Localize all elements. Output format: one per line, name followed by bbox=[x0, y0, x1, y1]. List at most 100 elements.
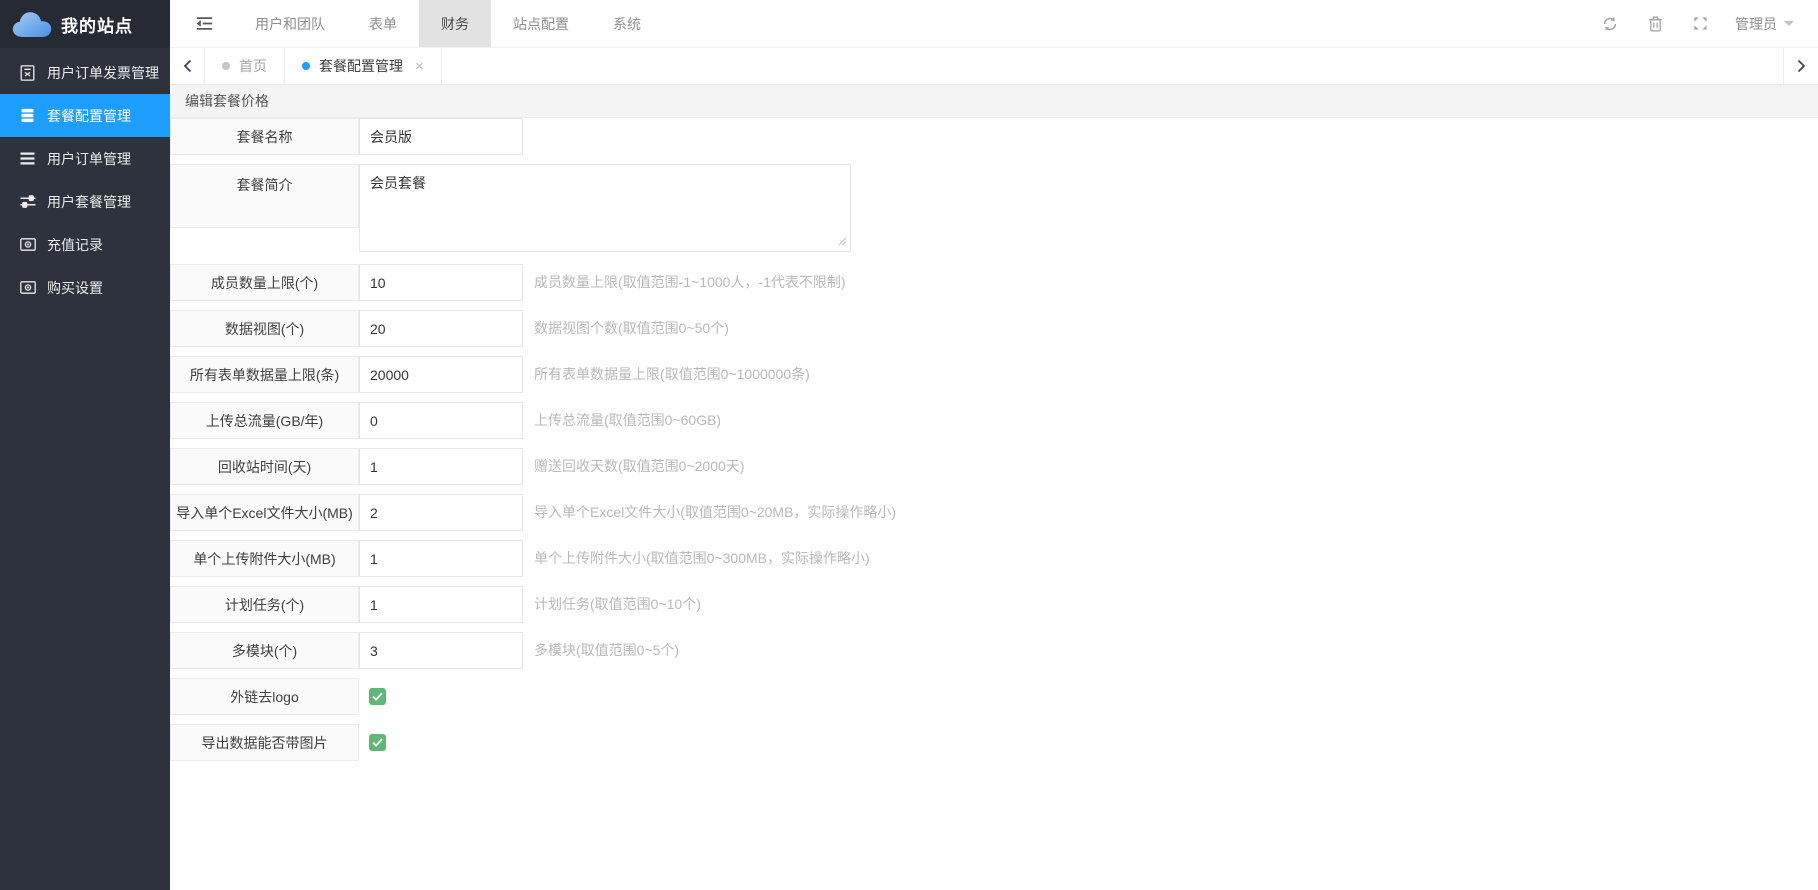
chevron-down-icon bbox=[1784, 21, 1794, 31]
top-nav-item-users-teams[interactable]: 用户和团队 bbox=[233, 0, 347, 47]
sidebar-menu: 用户订单发票管理 套餐配置管理 用户订单管理 用户套餐管理 充值记录 购买设置 bbox=[0, 48, 170, 309]
form-row-package-name: 套餐名称 bbox=[170, 118, 1818, 155]
field-hint: 数据视图个数(取值范围0~50个) bbox=[534, 320, 729, 336]
recycle-days-input[interactable] bbox=[359, 448, 523, 485]
top-nav-item-label: 系统 bbox=[613, 15, 641, 32]
field-hint: 赠送回收天数(取值范围0~2000天) bbox=[534, 458, 745, 474]
form-row-form-data-limit: 所有表单数据量上限(条) 所有表单数据量上限(取值范围0~1000000条) bbox=[170, 356, 1818, 393]
collapse-menu-icon[interactable] bbox=[170, 0, 233, 47]
fullscreen-icon[interactable] bbox=[1678, 16, 1723, 31]
user-menu-label: 管理员 bbox=[1735, 15, 1777, 32]
money-icon bbox=[19, 238, 36, 251]
scheduled-tasks-input[interactable] bbox=[359, 586, 523, 623]
field-label: 上传总流量(GB/年) bbox=[170, 402, 359, 439]
field-label: 所有表单数据量上限(条) bbox=[170, 356, 359, 393]
form-row-scheduled-tasks: 计划任务(个) 计划任务(取值范围0~10个) bbox=[170, 586, 1818, 623]
header-actions: 管理员 bbox=[1587, 0, 1818, 47]
field-hint: 导入单个Excel文件大小(取值范围0~20MB，实际操作略小) bbox=[534, 504, 897, 520]
field-label: 数据视图(个) bbox=[170, 310, 359, 347]
top-nav-item-site-config[interactable]: 站点配置 bbox=[491, 0, 591, 47]
top-nav-item-label: 财务 bbox=[441, 15, 469, 32]
package-intro-textarea[interactable]: 会员套餐 bbox=[359, 164, 851, 252]
refresh-icon[interactable] bbox=[1587, 16, 1633, 32]
tab-status-dot bbox=[302, 62, 310, 70]
field-label: 成员数量上限(个) bbox=[170, 264, 359, 301]
tab-bar: 首页 套餐配置管理 × bbox=[170, 48, 1818, 85]
top-nav-item-finance[interactable]: 财务 bbox=[419, 0, 491, 47]
field-hint: 上传总流量(取值范围0~60GB) bbox=[534, 412, 722, 428]
field-label: 计划任务(个) bbox=[170, 586, 359, 623]
field-label: 回收站时间(天) bbox=[170, 448, 359, 485]
field-label: 外链去logo bbox=[170, 678, 359, 715]
sidebar-item-label: 用户订单发票管理 bbox=[47, 64, 159, 81]
tabs: 首页 套餐配置管理 × bbox=[205, 48, 442, 84]
package-name-input[interactable] bbox=[359, 118, 523, 155]
main-column: 用户和团队 表单 财务 站点配置 系统 管理员 首页 套餐配置管理 × 编辑套餐… bbox=[170, 0, 1818, 890]
field-hint: 计划任务(取值范围0~10个) bbox=[534, 596, 701, 612]
top-nav-item-forms[interactable]: 表单 bbox=[347, 0, 419, 47]
user-menu[interactable]: 管理员 bbox=[1723, 14, 1808, 34]
tabs-scroll-right-icon[interactable] bbox=[1783, 48, 1818, 84]
sidebar-item-user-orders[interactable]: 用户订单管理 bbox=[0, 137, 170, 180]
top-nav-item-system[interactable]: 系统 bbox=[591, 0, 663, 47]
tab-status-dot bbox=[222, 62, 230, 70]
sidebar-item-user-packages[interactable]: 用户套餐管理 bbox=[0, 180, 170, 223]
resize-grip-icon[interactable] bbox=[838, 237, 847, 246]
app-root: 我的站点 用户订单发票管理 套餐配置管理 用户订单管理 用户套餐管理 充值记录 … bbox=[0, 0, 1818, 890]
upload-traffic-input[interactable] bbox=[359, 402, 523, 439]
sidebar-item-package-config[interactable]: 套餐配置管理 bbox=[0, 94, 170, 137]
field-hint: 成员数量上限(取值范围-1~1000人，-1代表不限制) bbox=[534, 274, 846, 290]
sidebar-item-label: 充值记录 bbox=[47, 236, 103, 253]
field-control bbox=[359, 586, 523, 623]
top-nav-item-label: 用户和团队 bbox=[255, 15, 325, 32]
field-control bbox=[359, 724, 386, 751]
form-row-multi-modules: 多模块(个) 多模块(取值范围0~5个) bbox=[170, 632, 1818, 669]
tab-close-icon[interactable]: × bbox=[415, 59, 424, 74]
sidebar-item-purchase-settings[interactable]: 购买设置 bbox=[0, 266, 170, 309]
top-nav-item-label: 表单 bbox=[369, 15, 397, 32]
package-icon bbox=[19, 108, 36, 123]
member-limit-input[interactable] bbox=[359, 264, 523, 301]
field-hint: 单个上传附件大小(取值范围0~300MB，实际操作略小) bbox=[534, 550, 870, 566]
sidebar-item-label: 用户套餐管理 bbox=[47, 193, 131, 210]
form-data-limit-input[interactable] bbox=[359, 356, 523, 393]
form-row-remove-logo: 外链去logo bbox=[170, 678, 1818, 715]
form-row-attachment-size: 单个上传附件大小(MB) 单个上传附件大小(取值范围0~300MB，实际操作略小… bbox=[170, 540, 1818, 577]
page-content: 编辑套餐价格 套餐名称 套餐简介 会员套餐 成员数量上限(个) 成员数量上限(取… bbox=[170, 85, 1818, 890]
sliders-icon bbox=[19, 195, 36, 208]
field-control bbox=[359, 402, 523, 439]
form-row-upload-traffic: 上传总流量(GB/年) 上传总流量(取值范围0~60GB) bbox=[170, 402, 1818, 439]
page-title: 编辑套餐价格 bbox=[170, 85, 1818, 118]
field-label: 导出数据能否带图片 bbox=[170, 724, 359, 761]
money-icon bbox=[19, 281, 36, 294]
export-with-images-checkbox[interactable] bbox=[369, 734, 386, 751]
tab-home[interactable]: 首页 bbox=[205, 48, 285, 84]
sidebar-item-label: 套餐配置管理 bbox=[47, 107, 131, 124]
sidebar-item-label: 用户订单管理 bbox=[47, 150, 131, 167]
field-control bbox=[359, 540, 523, 577]
form-row-member-limit: 成员数量上限(个) 成员数量上限(取值范围-1~1000人，-1代表不限制) bbox=[170, 264, 1818, 301]
tab-label: 套餐配置管理 bbox=[319, 58, 403, 74]
package-form: 套餐名称 套餐简介 会员套餐 成员数量上限(个) 成员数量上限(取值范围-1~1… bbox=[170, 118, 1818, 761]
sidebar-item-label: 购买设置 bbox=[47, 279, 103, 296]
brand[interactable]: 我的站点 bbox=[0, 0, 170, 48]
sidebar-item-recharge-records[interactable]: 充值记录 bbox=[0, 223, 170, 266]
field-control bbox=[359, 632, 523, 669]
tab-package-config[interactable]: 套餐配置管理 × bbox=[285, 48, 442, 84]
attachment-size-input[interactable] bbox=[359, 540, 523, 577]
trash-icon[interactable] bbox=[1633, 16, 1678, 32]
form-row-excel-size: 导入单个Excel文件大小(MB) 导入单个Excel文件大小(取值范围0~20… bbox=[170, 494, 1818, 531]
field-control bbox=[359, 310, 523, 347]
top-nav-item-label: 站点配置 bbox=[513, 15, 569, 32]
remove-logo-checkbox[interactable] bbox=[369, 688, 386, 705]
tabs-scroll-left-icon[interactable] bbox=[170, 48, 205, 84]
field-label: 单个上传附件大小(MB) bbox=[170, 540, 359, 577]
field-label: 套餐简介 bbox=[170, 164, 359, 228]
multi-modules-input[interactable] bbox=[359, 632, 523, 669]
sidebar-item-user-order-invoice[interactable]: 用户订单发票管理 bbox=[0, 51, 170, 94]
form-row-data-views: 数据视图(个) 数据视图个数(取值范围0~50个) bbox=[170, 310, 1818, 347]
list-icon bbox=[19, 152, 36, 165]
tab-label: 首页 bbox=[239, 58, 267, 74]
excel-size-input[interactable] bbox=[359, 494, 523, 531]
data-views-input[interactable] bbox=[359, 310, 523, 347]
